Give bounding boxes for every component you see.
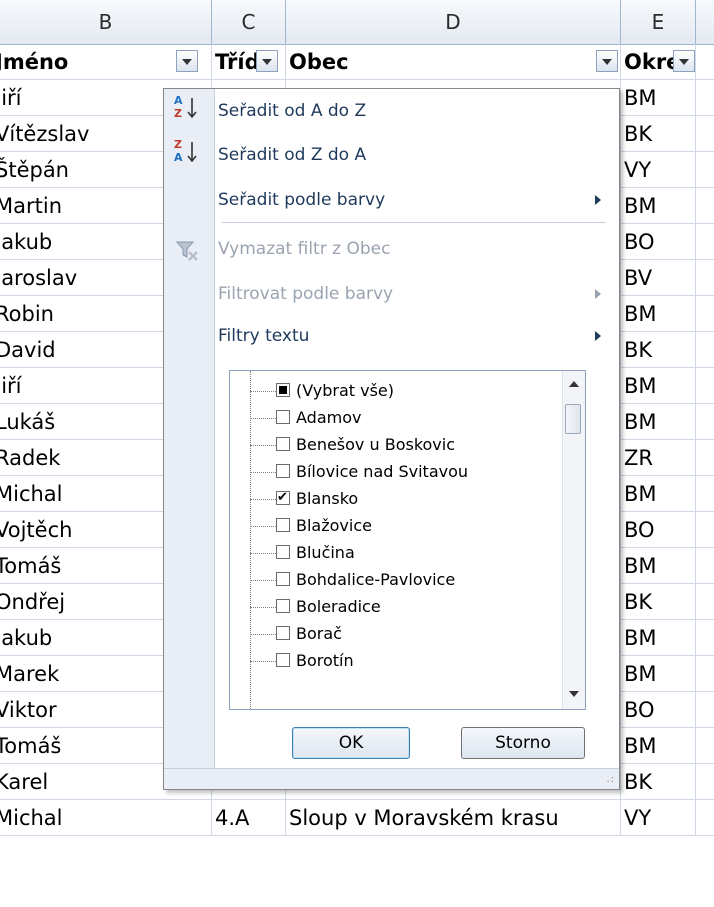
filter-checkbox[interactable] [276,599,290,613]
tree-line [250,371,251,709]
cell-e[interactable]: BM [621,80,696,115]
menu-item-clear-filter: Vymazat filtr z Obec [218,239,391,259]
scroll-thumb[interactable] [565,404,581,434]
cell-e[interactable]: BM [621,188,696,223]
filter-checkbox[interactable] [276,410,290,424]
tree-branch [250,472,276,473]
cell-e[interactable]: BK [621,116,696,151]
filter-item-label: (Vybrat vše) [296,381,395,400]
filter-checkbox[interactable] [276,518,290,532]
filter-checkbox[interactable] [276,464,290,478]
filter-item-label: Bílovice nad Svitavou [296,462,469,481]
filter-checkbox[interactable] [276,653,290,667]
menu-separator [222,222,606,223]
cell-e[interactable]: BM [621,368,696,403]
tree-branch [250,661,276,662]
clear-filter-icon [172,235,202,265]
tree-branch [250,499,276,500]
cell-c[interactable]: 4.A [212,800,286,835]
filter-item-label: Benešov u Boskovic [296,435,456,454]
filter-dropdown-obec-button[interactable] [596,50,618,72]
tree-branch [250,526,276,527]
cell-e[interactable]: VY [621,800,696,835]
cell-e[interactable]: BK [621,584,696,619]
filter-checkbox[interactable] [276,383,290,397]
cell-e[interactable]: BM [621,548,696,583]
tree-branch [250,553,276,554]
cell-e[interactable]: BO [621,692,696,727]
filter-item-label: Borotín [296,651,354,670]
menu-item-text-filters[interactable]: Filtry textu [218,318,309,354]
cell-d[interactable]: Sloup v Moravském krasu [286,800,621,835]
cell-e[interactable]: BM [621,728,696,763]
scroll-down-icon[interactable] [569,691,579,697]
tree-branch [250,418,276,419]
filter-dropdown-trida-button[interactable] [256,50,278,72]
menu-item-sort-by-color[interactable]: Seřadit podle barvy [218,182,608,218]
submenu-arrow-disabled-icon [595,289,601,299]
cancel-button[interactable]: Storno [461,727,585,759]
cell-e[interactable]: BO [621,224,696,259]
filter-item-label: Blansko [296,489,359,508]
cell-e[interactable]: BV [621,260,696,295]
filter-checkbox[interactable] [276,484,290,512]
ok-button[interactable]: OK [292,727,410,759]
filter-item-label: Borač [296,624,342,643]
cell-e[interactable]: BM [621,656,696,691]
header-cell-obec[interactable]: Obec [286,44,621,79]
cell-e[interactable]: VY [621,152,696,187]
filter-dropdown-okres-button[interactable] [673,50,695,72]
svg-text:Z: Z [174,138,182,151]
cell-b[interactable]: Michal [0,800,212,835]
tree-branch [250,634,276,635]
submenu-arrow-icon [595,331,601,341]
cell-e[interactable]: BO [621,512,696,547]
tree-branch [250,445,276,446]
cell-e[interactable]: BM [621,296,696,331]
filter-item-label: Adamov [296,408,362,427]
filter-item-label: Blažovice [296,516,372,535]
table-header-row: Jméno Třída Obec Okres [0,44,714,80]
sort-az-icon: AZ [172,93,202,123]
cell-e[interactable]: BM [621,404,696,439]
cell-e[interactable]: BM [621,476,696,511]
column-header-d[interactable]: D [286,0,621,44]
table-row: Michal 4.A Sloup v Moravském krasu VY [0,800,714,836]
resize-grip-icon[interactable]: .: [606,774,615,785]
menu-item-filter-by-color: Filtrovat podle barvy [218,284,394,304]
cell-e[interactable]: ZR [621,440,696,475]
column-header-row: B C D E [0,0,714,45]
tree-branch [250,391,276,392]
submenu-arrow-icon [595,195,601,205]
svg-text:A: A [174,151,183,164]
filter-item-label: Bohdalice-Pavlovice [296,570,456,589]
filter-checkbox[interactable] [276,437,290,451]
cell-e[interactable]: BM [621,620,696,655]
filter-checkbox[interactable] [276,626,290,640]
menu-icon-gutter [164,89,215,771]
filter-value-list[interactable]: (Vybrat vše) Adamov Benešov u Boskovic Bílo… [229,370,586,710]
filter-checkbox[interactable] [276,572,290,586]
cell-e[interactable]: BK [621,332,696,367]
autofilter-menu: AZ Seřadit od A do Z ZA Seřadit od Z do … [163,88,620,790]
scroll-up-icon[interactable] [569,381,579,387]
filter-item-label: Blučina [296,543,355,562]
menu-item-sort-za[interactable]: Seřadit od Z do A [218,137,366,173]
filter-checkbox[interactable] [276,545,290,559]
list-scrollbar[interactable] [562,371,585,709]
filter-item-label: Boleradice [296,597,381,616]
svg-text:Z: Z [174,107,182,120]
cell-e[interactable]: BK [621,764,696,799]
svg-text:A: A [174,94,183,107]
sort-za-icon: ZA [172,137,202,167]
filter-dropdown-jmeno-button[interactable] [176,50,198,72]
tree-branch [250,607,276,608]
spreadsheet: B C D E Jméno Třída Obec Okres JiříBMVít… [0,0,714,907]
column-header-b[interactable]: B [0,0,212,44]
column-header-c[interactable]: C [212,0,286,44]
menu-item-sort-az[interactable]: Seřadit od A do Z [218,93,366,129]
menu-resize-bar [164,768,619,789]
tree-branch [250,580,276,581]
column-header-e[interactable]: E [621,0,696,44]
